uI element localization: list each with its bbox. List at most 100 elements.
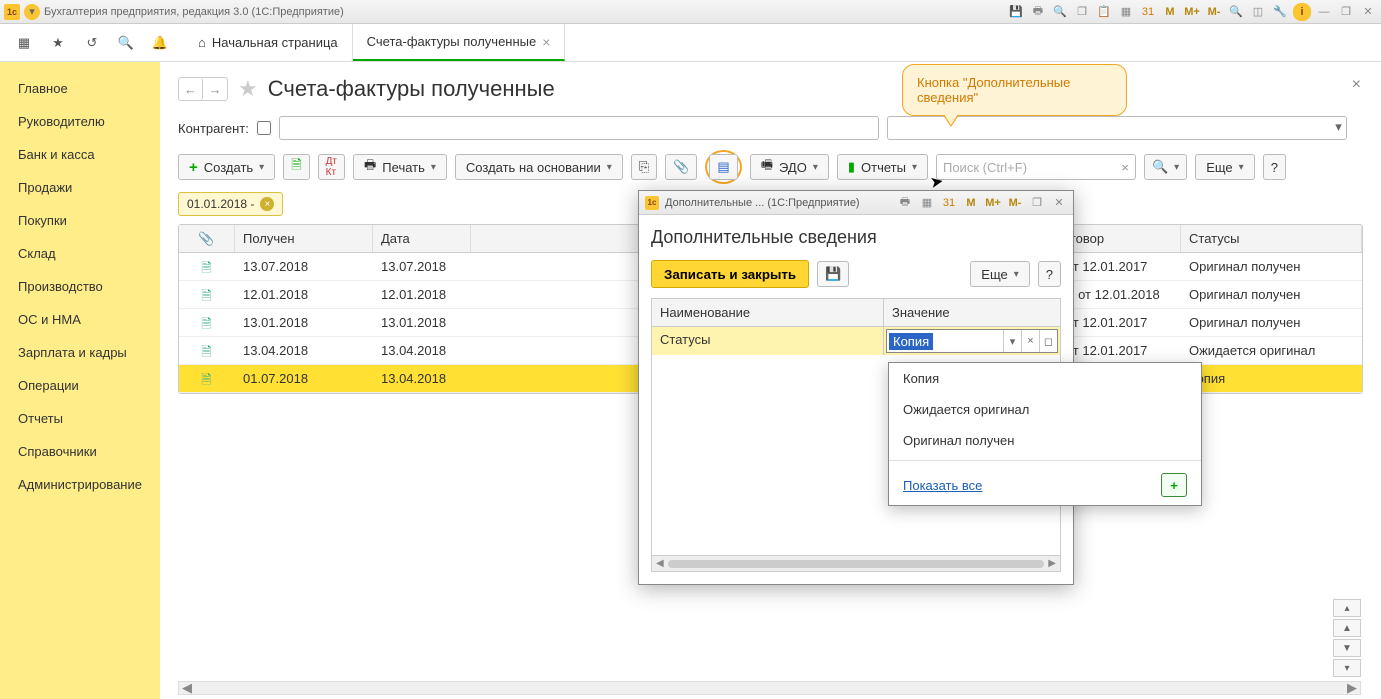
- dialog-row[interactable]: Статусы Копия ▾ × ◻: [652, 327, 1060, 355]
- date-icon[interactable]: 31: [1139, 3, 1157, 21]
- sidebar-item-bank[interactable]: Банк и касса: [0, 138, 160, 171]
- sidebar-item-assets[interactable]: ОС и НМА: [0, 303, 160, 336]
- tab-close-icon[interactable]: ×: [542, 34, 550, 50]
- sidebar-item-sales[interactable]: Продажи: [0, 171, 160, 204]
- search-clear-icon[interactable]: ×: [1121, 160, 1129, 175]
- dlg-restore-icon[interactable]: ❐: [1029, 195, 1045, 211]
- sidebar-item-warehouse[interactable]: Склад: [0, 237, 160, 270]
- scroll-down-icon[interactable]: ▼: [1333, 639, 1361, 657]
- sidebar-item-production[interactable]: Производство: [0, 270, 160, 303]
- bottom-scrollbar[interactable]: ◀ ▶: [178, 681, 1361, 695]
- back-button[interactable]: ←: [179, 78, 203, 100]
- edo-button[interactable]: 🖷 ЭДО ▾: [750, 154, 829, 180]
- info-icon[interactable]: i: [1293, 3, 1311, 21]
- create-button[interactable]: Создать ▾: [178, 154, 275, 180]
- dlg-grid-icon[interactable]: ▦: [919, 195, 935, 211]
- memory-mminus[interactable]: M-: [1205, 3, 1223, 21]
- dialog-hscroll[interactable]: ◀ ▶: [652, 555, 1060, 571]
- star-icon[interactable]: ★: [48, 33, 68, 53]
- dlg-mplus[interactable]: M+: [985, 195, 1001, 211]
- save-icon[interactable]: 💾: [1007, 3, 1025, 21]
- scroll-bottom-icon[interactable]: ▾: [1333, 659, 1361, 677]
- filter-input-1[interactable]: [279, 116, 879, 140]
- app-menu-dropdown[interactable]: ▾: [24, 4, 40, 20]
- dropdown-option[interactable]: Оригинал получен: [889, 425, 1201, 456]
- filter-checkbox[interactable]: [257, 121, 271, 135]
- create-based-button[interactable]: Создать на основании ▾: [455, 154, 623, 180]
- copy-icon[interactable]: ❐: [1073, 3, 1091, 21]
- bscroll-left-icon[interactable]: ◀: [179, 680, 195, 696]
- dlg-date-icon[interactable]: 31: [941, 195, 957, 211]
- sidebar-item-refs[interactable]: Справочники: [0, 435, 160, 468]
- dialog-help-button[interactable]: ?: [1038, 261, 1061, 287]
- memory-mplus[interactable]: M+: [1183, 3, 1201, 21]
- close-icon[interactable]: ✕: [1359, 3, 1377, 21]
- save-button[interactable]: 💾: [817, 261, 849, 287]
- additional-info-button[interactable]: ▤: [709, 154, 737, 180]
- minimize-icon[interactable]: —: [1315, 3, 1333, 21]
- bell-icon[interactable]: 🔔: [150, 33, 170, 53]
- memory-m[interactable]: M: [1161, 3, 1179, 21]
- tab-home[interactable]: ⌂ Начальная страница: [184, 24, 353, 61]
- sidebar-item-main[interactable]: Главное: [0, 72, 160, 105]
- calendar-icon[interactable]: ▦: [1117, 3, 1135, 21]
- date-chip-clear-icon[interactable]: ×: [260, 197, 274, 211]
- panel-icon[interactable]: ◫: [1249, 3, 1267, 21]
- dropdown-option[interactable]: Ожидается оригинал: [889, 394, 1201, 425]
- print-button[interactable]: 🖶 Печать ▾: [353, 154, 447, 180]
- paste-icon[interactable]: 📋: [1095, 3, 1113, 21]
- col-attach[interactable]: 📎: [179, 225, 235, 252]
- preview-icon[interactable]: 🔍: [1051, 3, 1069, 21]
- save-close-button[interactable]: Записать и закрыть: [651, 260, 809, 288]
- tab-invoices[interactable]: Счета-фактуры полученные ×: [353, 24, 566, 61]
- col-status[interactable]: Статусы: [1181, 225, 1362, 252]
- page-close-icon[interactable]: ×: [1352, 76, 1361, 94]
- open-value-icon[interactable]: ◻: [1039, 330, 1057, 352]
- dlg-m[interactable]: M: [963, 195, 979, 211]
- dropdown-arrow-icon[interactable]: ▾: [1003, 330, 1021, 352]
- hscroll-right-icon[interactable]: ▶: [1048, 558, 1056, 569]
- forward-button[interactable]: →: [203, 78, 227, 100]
- sidebar-item-salary[interactable]: Зарплата и кадры: [0, 336, 160, 369]
- dlg-mminus[interactable]: M-: [1007, 195, 1023, 211]
- sidebar-item-purchases[interactable]: Покупки: [0, 204, 160, 237]
- add-option-button[interactable]: +: [1161, 473, 1187, 497]
- search-button[interactable]: 🔍▾: [1144, 154, 1187, 180]
- search-icon[interactable]: 🔍: [116, 33, 136, 53]
- link-button[interactable]: ⎘: [631, 154, 657, 180]
- copy-doc-button[interactable]: 🗎: [283, 154, 309, 180]
- search-input[interactable]: Поиск (Ctrl+F) ×: [936, 154, 1136, 180]
- history-icon[interactable]: ↺: [82, 33, 102, 53]
- dialog-more-button[interactable]: Еще▾: [970, 261, 1029, 287]
- dlg-col-name[interactable]: Наименование: [652, 299, 884, 326]
- sidebar-item-reports[interactable]: Отчеты: [0, 402, 160, 435]
- tools-icon[interactable]: 🔧: [1271, 3, 1289, 21]
- zoom-icon[interactable]: 🔍: [1227, 3, 1245, 21]
- date-filter-chip[interactable]: 01.01.2018 - ×: [178, 192, 283, 216]
- dlg-close-icon[interactable]: ✕: [1051, 195, 1067, 211]
- dlg-col-value[interactable]: Значение: [884, 299, 1060, 326]
- bscroll-right-icon[interactable]: ▶: [1344, 680, 1360, 696]
- dropdown-option[interactable]: Копия: [889, 363, 1201, 394]
- sidebar-item-admin[interactable]: Администрирование: [0, 468, 160, 501]
- favorite-star-icon[interactable]: ★: [238, 76, 258, 102]
- scroll-top-icon[interactable]: ▴: [1333, 599, 1361, 617]
- dtkt-button[interactable]: ДтКт: [318, 154, 345, 180]
- apps-icon[interactable]: ▦: [14, 33, 34, 53]
- show-all-link[interactable]: Показать все: [903, 478, 982, 493]
- sidebar-item-manager[interactable]: Руководителю: [0, 105, 160, 138]
- dlg-print-icon[interactable]: 🖶: [897, 195, 913, 211]
- more-button[interactable]: Еще ▾: [1195, 154, 1254, 180]
- col-date[interactable]: Дата: [373, 225, 471, 252]
- attach-button[interactable]: 📎: [665, 154, 697, 180]
- col-received[interactable]: Получен: [235, 225, 373, 252]
- reports-button[interactable]: ▮ Отчеты ▾: [837, 154, 928, 180]
- sidebar-item-operations[interactable]: Операции: [0, 369, 160, 402]
- value-select[interactable]: Копия ▾ × ◻: [886, 329, 1058, 353]
- clear-value-icon[interactable]: ×: [1021, 330, 1039, 352]
- restore-icon[interactable]: ❐: [1337, 3, 1355, 21]
- scroll-up-icon[interactable]: ▲: [1333, 619, 1361, 637]
- help-button[interactable]: ?: [1263, 154, 1286, 180]
- print-icon[interactable]: 🖶: [1029, 3, 1047, 21]
- hscroll-left-icon[interactable]: ◀: [656, 558, 664, 569]
